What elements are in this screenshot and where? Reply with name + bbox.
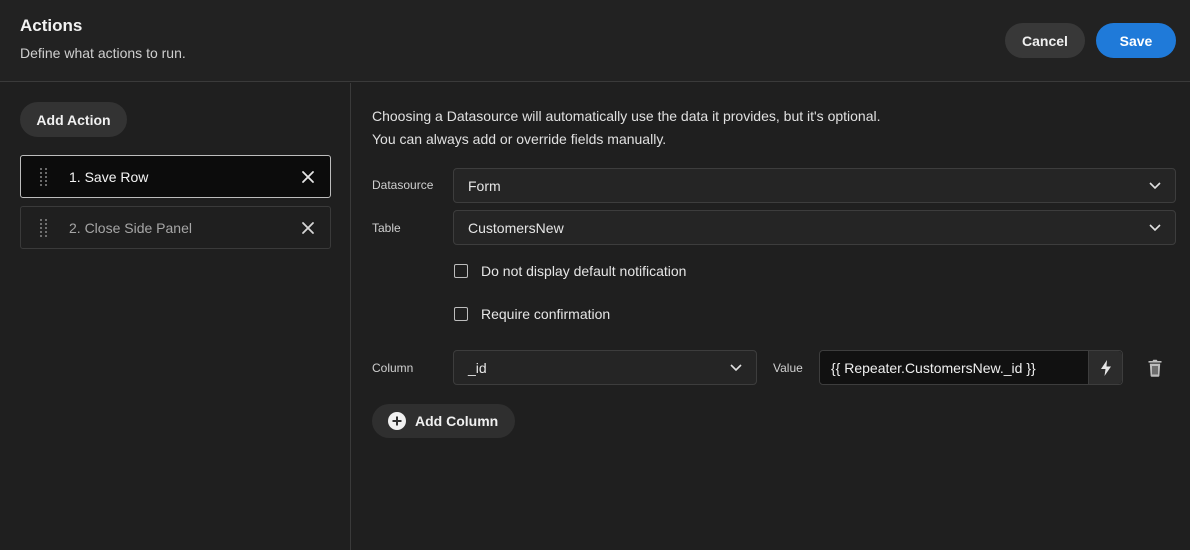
save-button[interactable]: Save [1096, 23, 1176, 58]
checkbox-label: Do not display default notification [481, 263, 687, 279]
close-icon[interactable] [300, 220, 316, 236]
action-item-save-row[interactable]: 1. Save Row [20, 155, 331, 198]
column-select[interactable]: _id [453, 350, 757, 385]
datasource-label: Datasource [372, 178, 434, 192]
datasource-value: Form [468, 177, 501, 194]
binding-button[interactable] [1088, 351, 1122, 384]
trash-icon[interactable] [1147, 359, 1163, 377]
plus-circle-icon [388, 412, 406, 430]
actions-sidebar: Add Action 1. Save Row 2. Close Side Pan… [0, 83, 351, 550]
table-label: Table [372, 221, 401, 235]
page-subtitle: Define what actions to run. [20, 45, 186, 61]
datasource-info-text: Choosing a Datasource will automatically… [372, 105, 881, 151]
add-column-button[interactable]: Add Column [372, 404, 515, 438]
lightning-bolt-icon [1100, 359, 1111, 376]
datasource-select[interactable]: Form [453, 168, 1176, 203]
table-select[interactable]: CustomersNew [453, 210, 1176, 245]
require-confirmation-option[interactable]: Require confirmation [454, 306, 610, 322]
chevron-down-icon [1149, 224, 1161, 232]
chevron-down-icon [1149, 182, 1161, 190]
require-confirmation-checkbox[interactable] [454, 307, 468, 321]
close-icon[interactable] [300, 169, 316, 185]
info-line-2: You can always add or override fields ma… [372, 131, 667, 147]
default-notification-checkbox[interactable] [454, 264, 468, 278]
value-input[interactable] [820, 351, 1088, 384]
modal-header: Actions Define what actions to run. Canc… [0, 0, 1190, 82]
value-label: Value [773, 361, 803, 375]
column-label: Column [372, 361, 414, 375]
chevron-down-icon [730, 364, 742, 372]
drag-handle-icon[interactable] [40, 168, 48, 186]
table-value: CustomersNew [468, 219, 564, 236]
add-action-button[interactable]: Add Action [20, 102, 127, 137]
action-item-close-side-panel[interactable]: 2. Close Side Panel [20, 206, 331, 249]
value-field [819, 350, 1123, 385]
action-settings-panel: Choosing a Datasource will automatically… [352, 83, 1190, 550]
action-label: 2. Close Side Panel [69, 219, 192, 236]
column-value: _id [468, 359, 487, 376]
info-line-1: Choosing a Datasource will automatically… [372, 108, 881, 124]
cancel-button[interactable]: Cancel [1005, 23, 1085, 58]
default-notification-option[interactable]: Do not display default notification [454, 263, 686, 279]
drag-handle-icon[interactable] [40, 219, 48, 237]
checkbox-label: Require confirmation [481, 306, 611, 322]
page-title: Actions [20, 16, 83, 35]
action-label: 1. Save Row [69, 168, 149, 185]
add-column-label: Add Column [415, 413, 499, 429]
